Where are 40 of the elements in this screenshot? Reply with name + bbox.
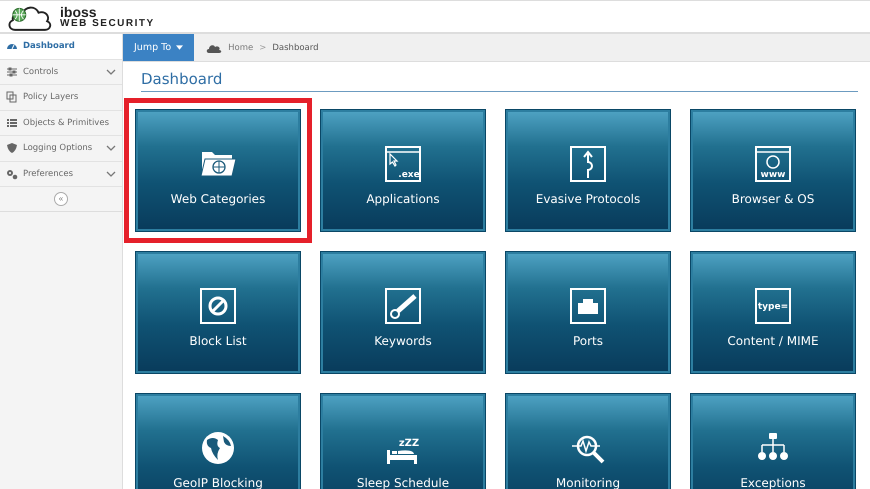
cloud-icon [206, 42, 222, 52]
block-icon [198, 286, 238, 326]
breadcrumb-separator: > [259, 42, 266, 52]
dashboard-tile[interactable]: Monitoring [505, 393, 671, 489]
sidebar-item[interactable]: Objects & Primitives [0, 110, 122, 136]
logo-tagline: WEB SECURITY [60, 18, 155, 28]
dashboard-tile[interactable]: GeoIP Blocking [135, 393, 301, 489]
dashboard-tile[interactable]: www Browser & OS [690, 109, 856, 232]
www-icon: www [753, 144, 793, 184]
gears-icon [6, 168, 18, 180]
chevron-down-icon [106, 170, 116, 177]
sidebar-item[interactable]: Preferences [0, 162, 122, 187]
brand-logo-text: iboss [60, 4, 97, 18]
jump-to-button[interactable]: Jump To [123, 34, 194, 61]
dashboard-tile[interactable]: Keywords [320, 251, 486, 374]
collapse-sidebar-button[interactable]: « [54, 192, 68, 206]
caret-icon [176, 45, 184, 50]
shield-icon [6, 142, 18, 154]
list-icon [6, 116, 18, 129]
dashboard-tile[interactable]: zZZ Sleep Schedule [320, 393, 486, 489]
sliders-icon [6, 66, 18, 78]
dashboard-tile[interactable]: Exceptions [690, 393, 856, 489]
layers-icon [6, 91, 18, 104]
type-icon: type= [753, 286, 793, 326]
exe-icon: .exe [383, 144, 423, 184]
dashboard-tile[interactable]: Ports [505, 251, 671, 374]
dashboard-tile[interactable]: type= Content / MIME [690, 251, 856, 374]
page-title: Dashboard [141, 70, 224, 88]
dashboard-tile[interactable]: Evasive Protocols [505, 109, 671, 232]
dashboard-tile[interactable]: .exe Applications [320, 109, 486, 232]
dashboard-tile[interactable]: Block List [135, 251, 301, 374]
sidebar-item[interactable]: Dashboard [0, 34, 122, 60]
chevron-down-icon [106, 68, 116, 75]
breadcrumb-item: Dashboard [272, 42, 318, 52]
sidebar-item[interactable]: Controls [0, 60, 122, 85]
port-icon [568, 286, 608, 326]
key-icon [383, 286, 423, 326]
dashboard-tile[interactable]: Web Categories [135, 109, 301, 232]
breadcrumb-item[interactable]: Home [228, 42, 254, 52]
chevron-down-icon [106, 145, 116, 152]
